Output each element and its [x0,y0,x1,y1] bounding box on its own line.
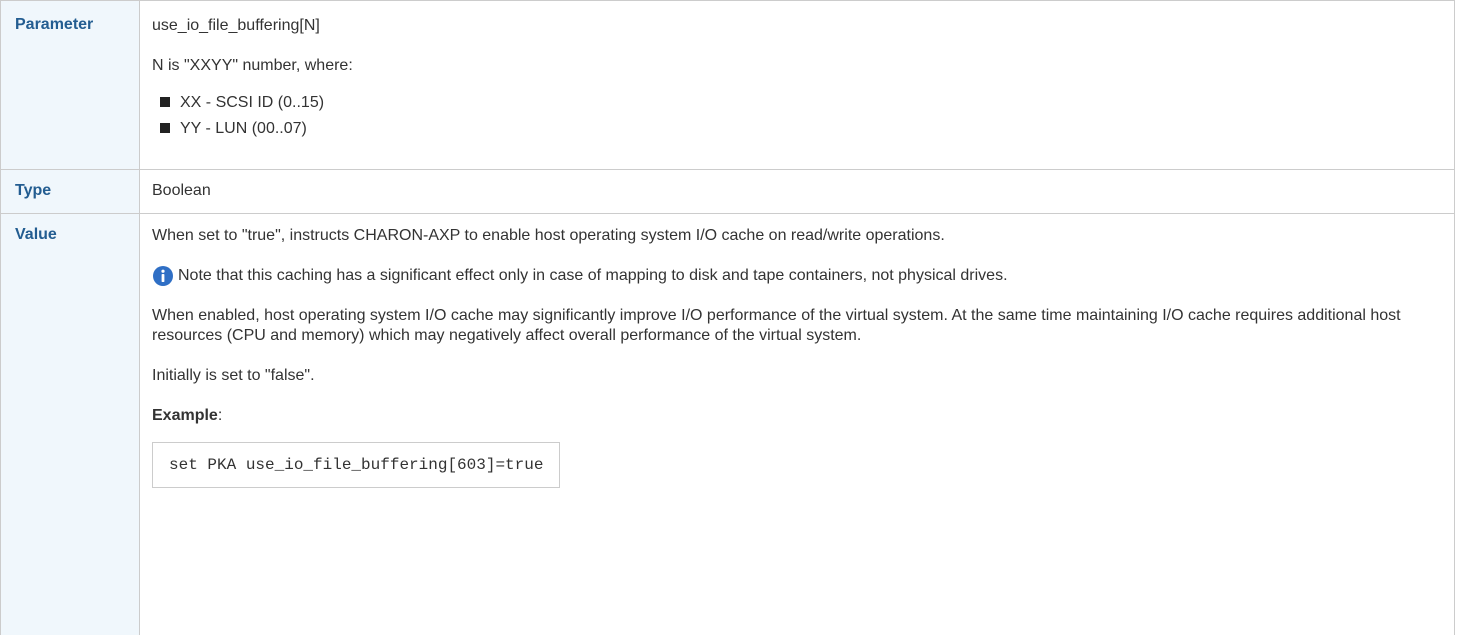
info-note: Note that this caching has a significant… [152,266,1442,286]
enabled-description: When enabled, host operating system I/O … [152,307,1401,344]
code-text: set PKA use_io_file_buffering[603]=true [169,456,544,474]
value-description: When set to "true", instructs CHARON-AXP… [152,227,945,244]
note-text: Note that this caching has a significant… [178,267,1008,284]
row-cell-value: When set to "true", instructs CHARON-AXP… [139,213,1455,635]
code-block: set PKA use_io_file_buffering[603]=true [152,442,561,488]
parameter-name: use_io_file_buffering[N] [152,17,320,34]
n-bullet-list: XX - SCSI ID (0..15) YY - LUN (00..07) [152,92,1442,140]
example-colon: : [217,407,223,424]
bullet-text: XX - SCSI ID (0..15) [180,94,325,111]
n-description: N is "XXYY" number, where: [152,57,353,74]
parameter-table: Parameter use_io_file_buffering[N] N is … [0,0,1455,635]
bullet-text: YY - LUN (00..07) [180,120,307,137]
row-header-type: Type [0,169,140,214]
row-header-value: Value [0,213,140,635]
list-item: YY - LUN (00..07) [152,118,1442,140]
row-header-parameter: Parameter [0,0,140,170]
row-cell-parameter: use_io_file_buffering[N] N is "XXYY" num… [139,0,1455,170]
list-item: XX - SCSI ID (0..15) [152,92,1442,114]
example-heading: Example: [152,406,1442,426]
square-bullet-icon [160,123,170,133]
info-icon [153,266,173,286]
example-label: Example [152,407,218,424]
table-row-type: Type Boolean [0,169,1455,214]
table-row-parameter: Parameter use_io_file_buffering[N] N is … [0,0,1455,170]
table-row-value: Value When set to "true", instructs CHAR… [0,213,1455,635]
row-cell-type: Boolean [139,169,1455,214]
square-bullet-icon [160,97,170,107]
initial-value-text: Initially is set to "false". [152,367,315,384]
